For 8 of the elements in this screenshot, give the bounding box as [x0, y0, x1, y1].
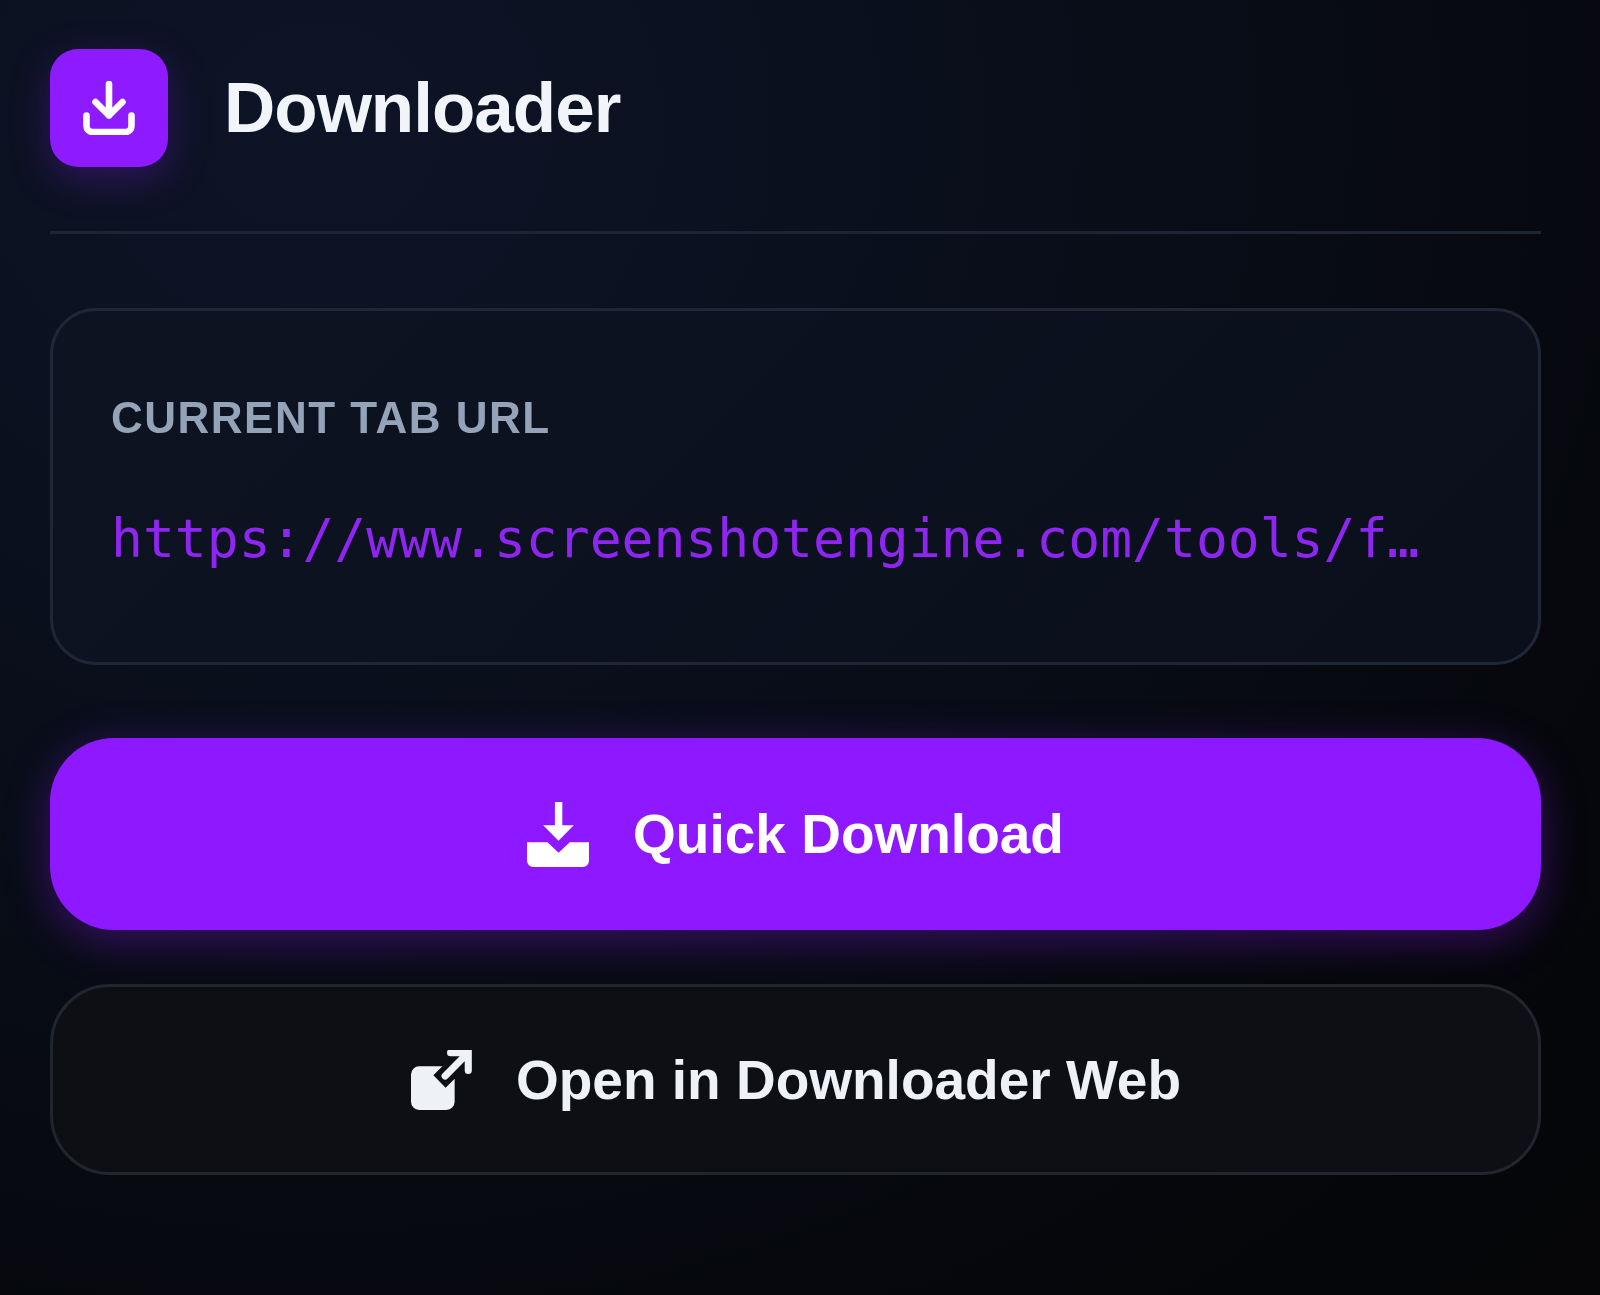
external-link-icon — [409, 1049, 472, 1110]
open-web-button[interactable]: Open in Downloader Web — [50, 984, 1541, 1175]
download-icon — [527, 801, 590, 867]
app-title: Downloader — [224, 68, 621, 148]
download-icon — [50, 49, 168, 167]
url-text: https://www.screenshotengine.com/tools/f… — [111, 507, 1421, 571]
url-label: CURRENT TAB URL — [111, 392, 552, 444]
quick-download-button[interactable]: Quick Download — [50, 738, 1541, 930]
